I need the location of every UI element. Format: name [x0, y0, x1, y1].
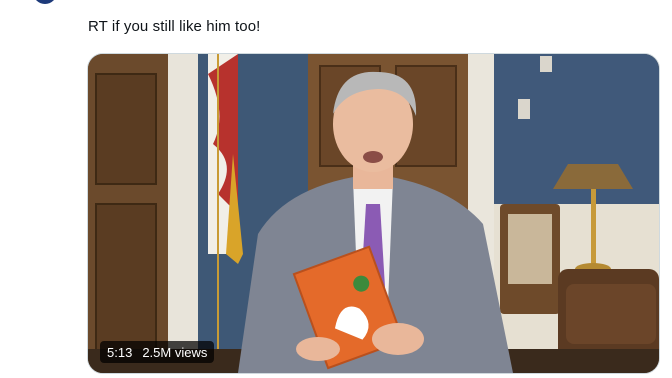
video-meta-overlay: 5:13 2.5M views [100, 341, 215, 363]
tweet-text: RT if you still like him too! [88, 18, 261, 35]
video-duration: 5:13 [107, 344, 133, 360]
video-player[interactable]: 5:13 2.5M views [87, 53, 660, 374]
tweet-card: RT if you still like him too! 5:13 2.5M … [0, 0, 672, 378]
avatar[interactable] [30, 0, 60, 4]
video-frame [88, 54, 659, 373]
video-view-count: 2.5M views [142, 344, 208, 360]
